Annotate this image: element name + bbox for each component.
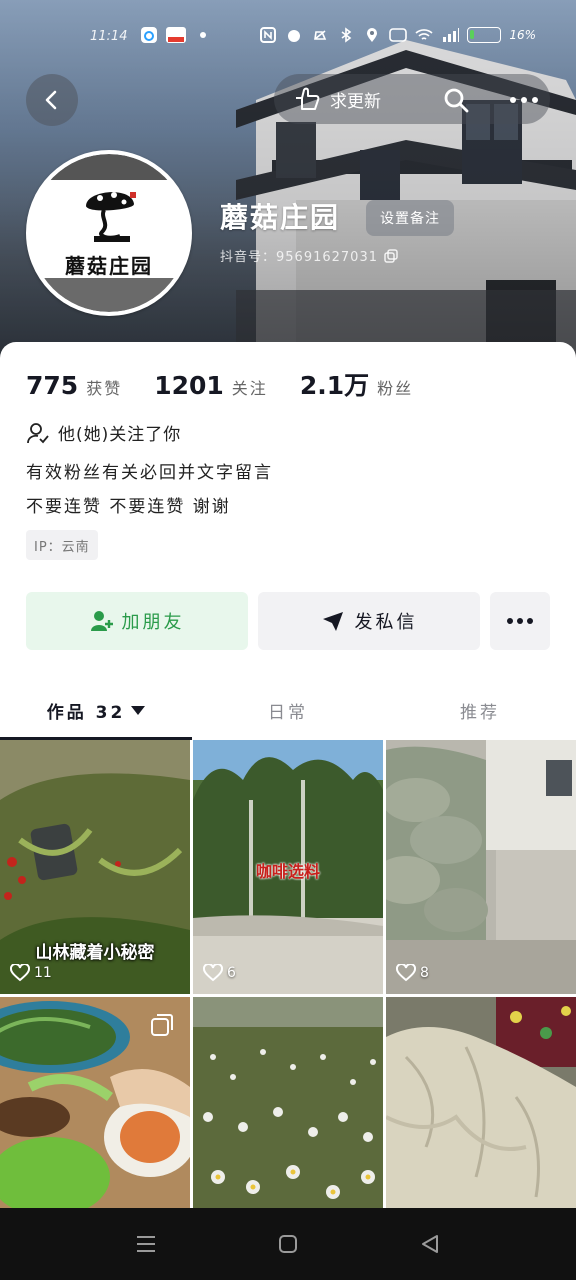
user-check-icon [27, 422, 49, 443]
set-remark-button[interactable]: 设置备注 [366, 200, 454, 236]
following-label: 关注 [231, 379, 268, 398]
stat-followers[interactable]: 2.1万 粉丝 [300, 366, 413, 402]
signal-icon [441, 26, 460, 44]
dot-icon [194, 26, 212, 44]
multi-image-icon [151, 1014, 173, 1036]
add-user-icon [90, 611, 113, 631]
send-message-label: 发私信 [354, 612, 418, 633]
home-button[interactable] [276, 1232, 300, 1256]
tab-recommended[interactable]: 推荐 [384, 684, 576, 736]
video-thumbnail [386, 997, 576, 1210]
back-button[interactable] [26, 74, 78, 126]
system-nav-bar [0, 1208, 576, 1280]
heart-icon [203, 964, 223, 982]
avatar-logo-text: 蘑菇庄园 [65, 254, 153, 278]
mushroom-logo-icon [86, 192, 136, 242]
more-dots-icon [510, 97, 538, 103]
wifi-icon [415, 26, 433, 44]
video-tile[interactable] [386, 997, 576, 1210]
profile-stats: 775 获赞 1201 关注 2.1万 粉丝 [26, 366, 445, 402]
more-actions-button[interactable] [490, 592, 550, 650]
add-friend-label: 加朋友 [121, 612, 185, 633]
video-grid: 山林藏着小秘密 11 咖啡选料 6 8 [0, 740, 576, 1210]
menu-lines-icon [137, 1236, 155, 1252]
battery-level-fill [470, 30, 475, 39]
follows-you-text: 他(她)关注了你 [58, 425, 182, 445]
video-thumbnail [386, 740, 576, 994]
caret-down-icon [131, 705, 146, 715]
request-update-label: 求更新 [330, 91, 381, 112]
mute-icon [311, 26, 329, 44]
avatar-band-bottom [30, 278, 188, 312]
recent-apps-button[interactable] [134, 1232, 158, 1256]
profile-name: 蘑菇庄园 [220, 201, 341, 234]
content-tabs: 作品 32 日常 推荐 [0, 684, 576, 736]
more-dots-icon [507, 618, 533, 624]
followers-count: 2.1万 [299, 371, 370, 400]
status-time: 11:14 [90, 29, 128, 44]
add-friend-button[interactable]: 加朋友 [26, 592, 248, 650]
video-tile[interactable]: 咖啡选料 6 [193, 740, 383, 994]
video-likes-count: 11 [34, 965, 52, 981]
search-icon [444, 88, 469, 113]
video-likes: 6 [203, 964, 236, 982]
hand-point-icon [296, 87, 320, 110]
video-likes-count: 6 [227, 965, 236, 981]
bio-line-2: 不要连赞 不要连赞 谢谢 [26, 497, 231, 517]
tab-daily[interactable]: 日常 [192, 684, 384, 736]
video-thumbnail [193, 997, 383, 1210]
app-notification-icon [140, 26, 158, 44]
send-message-button[interactable]: 发私信 [258, 592, 480, 650]
heart-icon [396, 964, 416, 982]
video-tile[interactable] [0, 997, 190, 1210]
status-right-icons: 16% [259, 26, 536, 44]
bio-line-1: 有效粉丝有关必回并文字留言 [26, 463, 273, 483]
video-caption: 咖啡选料 [255, 862, 320, 881]
video-likes: 8 [396, 964, 429, 982]
stat-following[interactable]: 1201 关注 [154, 371, 268, 400]
following-count: 1201 [154, 371, 224, 400]
stat-likes[interactable]: 775 获赞 [26, 371, 122, 400]
status-bar: 11:14 16% [0, 22, 576, 54]
location-icon [363, 26, 381, 44]
heart-icon [10, 964, 30, 982]
search-button[interactable] [436, 80, 476, 120]
triangle-back-icon [422, 1235, 438, 1253]
battery-icon [467, 27, 502, 43]
send-icon [322, 612, 343, 631]
video-caption: 山林藏着小秘密 [35, 943, 155, 963]
profile-screen: 11:14 16% 求更新 蘑菇庄园 蘑菇庄园 设置备注 抖音号：9569162… [0, 0, 576, 1280]
douyin-id[interactable]: 抖音号：95691627031 [220, 246, 398, 265]
likes-count: 775 [26, 371, 79, 400]
home-square-icon [279, 1235, 297, 1253]
hd-icon [389, 26, 408, 44]
badge-58-icon [166, 26, 186, 44]
chevron-left-icon [45, 90, 57, 110]
followers-label: 粉丝 [377, 379, 414, 398]
follows-you-indicator: 他(她)关注了你 [26, 420, 181, 445]
back-nav-button[interactable] [418, 1232, 442, 1256]
video-likes-count: 8 [420, 965, 429, 981]
likes-label: 获赞 [86, 379, 123, 398]
nfc-icon [259, 26, 277, 44]
bluetooth-icon [337, 26, 355, 44]
request-update-button[interactable]: 求更新 [282, 74, 391, 124]
tab-works[interactable]: 作品 32 [0, 684, 192, 736]
video-tile[interactable]: 山林藏着小秘密 11 [0, 740, 190, 994]
video-likes: 11 [10, 964, 52, 982]
video-tile[interactable] [193, 997, 383, 1210]
more-options-button[interactable] [504, 80, 544, 120]
avatar-band-top [30, 154, 188, 180]
video-tile[interactable]: 8 [386, 740, 576, 994]
alarm-icon [285, 26, 303, 44]
ip-location-tag: IP：云南 [26, 530, 98, 560]
avatar-image: 蘑菇庄园 [30, 154, 188, 312]
battery-percent: 16% [509, 28, 536, 42]
avatar[interactable]: 蘑菇庄园 [26, 150, 192, 316]
tab-works-label: 作品 32 [46, 702, 126, 723]
status-left-icons [140, 26, 212, 44]
douyin-id-text: 抖音号：95691627031 [220, 250, 378, 265]
copy-icon [384, 248, 398, 263]
